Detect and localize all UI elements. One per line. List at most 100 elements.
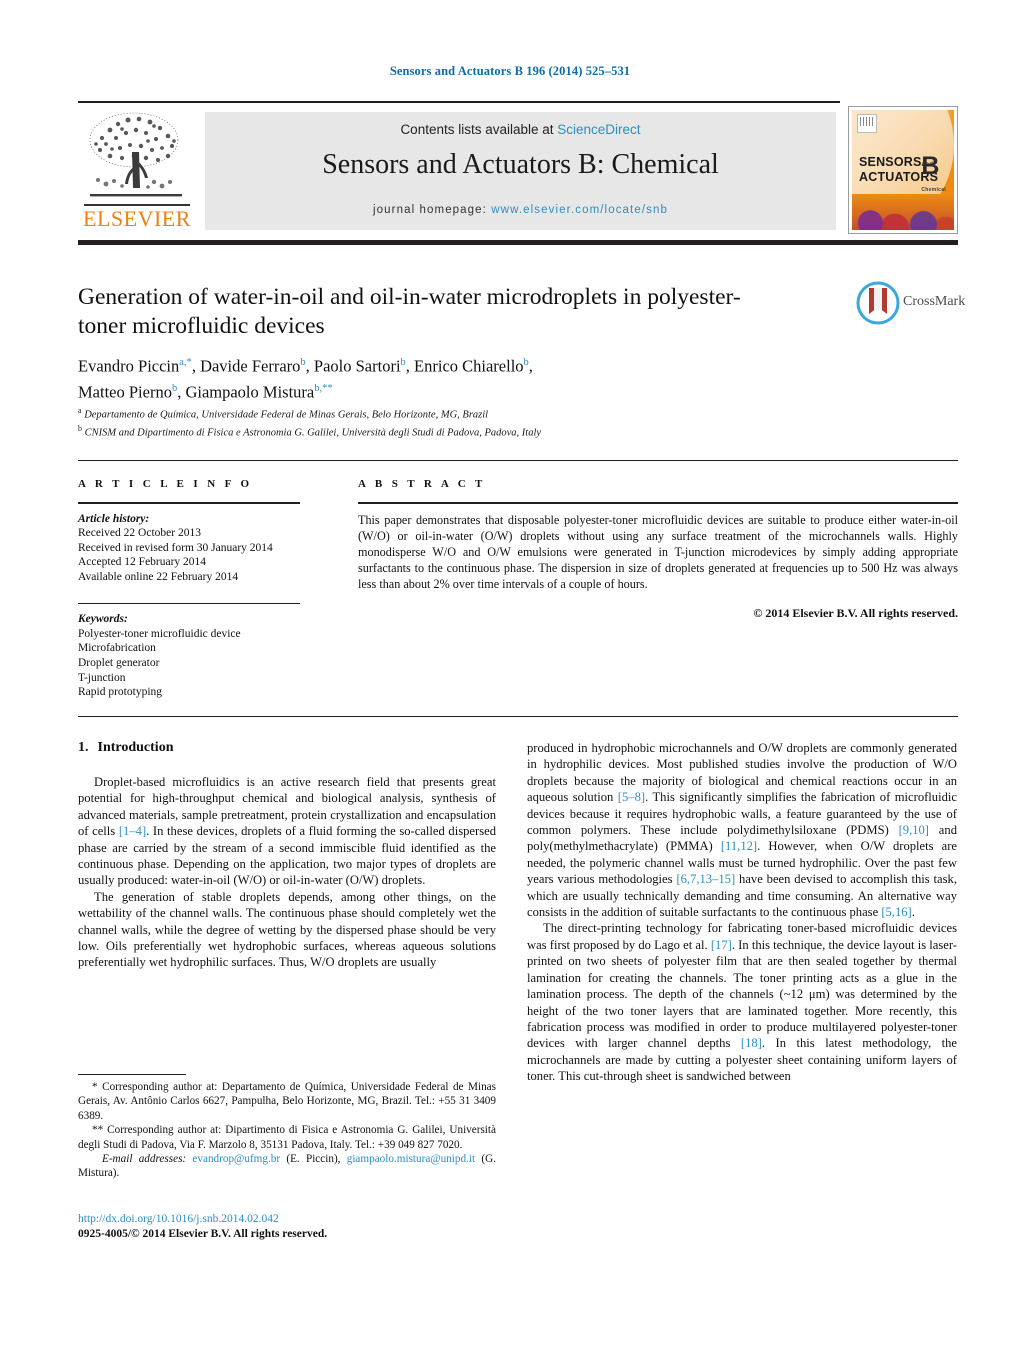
article-info-rule xyxy=(78,502,300,504)
author-name: Paolo Sartori xyxy=(313,356,401,376)
keywords-block: Keywords: Polyester-toner microfluidic d… xyxy=(78,612,323,700)
journal-cover-thumbnail: SENSORSand ACTUATORS B Chemical xyxy=(848,106,958,234)
footnote-emails: E-mail addresses: evandrop@ufmg.br (E. P… xyxy=(78,1152,496,1181)
journal-homepage-line: journal homepage: www.elsevier.com/locat… xyxy=(205,204,836,216)
history-item: Received 22 October 2013 xyxy=(78,527,201,540)
citation-reference[interactable]: [11,12] xyxy=(721,839,757,853)
info-section-top-rule xyxy=(78,460,958,461)
cover-letter: B xyxy=(921,152,940,180)
footnote-rule xyxy=(78,1074,186,1076)
keyword-item: Polyester-toner microfluidic device xyxy=(78,627,241,640)
abstract-copyright: © 2014 Elsevier B.V. All rights reserved… xyxy=(753,605,958,620)
citation-reference[interactable]: [6,7,13–15] xyxy=(676,872,735,886)
history-item: Accepted 12 February 2014 xyxy=(78,556,207,569)
abstract-rule xyxy=(358,502,958,504)
email-label: E-mail addresses: xyxy=(102,1153,187,1166)
crossmark-icon xyxy=(856,281,900,325)
info-section-bottom-rule xyxy=(78,716,958,717)
footnote-corresponding-1: * Corresponding author at: Departamento … xyxy=(78,1080,496,1123)
abstract-text: This paper demonstrates that disposable … xyxy=(358,512,958,591)
affiliation-item: a Departamento de Química, Universidade … xyxy=(78,404,838,422)
section-heading-introduction: 1. Introduction xyxy=(78,740,496,756)
footnote-corresponding-2: ** Corresponding author at: Dipartimento… xyxy=(78,1123,496,1152)
keywords-rule xyxy=(78,602,300,605)
author-sup: b xyxy=(300,357,306,368)
contents-prefix: Contents lists available at xyxy=(400,122,558,137)
keyword-item: Microfabrication xyxy=(78,642,156,655)
author-name: Enrico Chiarello xyxy=(414,356,524,376)
abstract-column: A B S T R A C T This paper demonstrates … xyxy=(358,478,958,621)
author-sup: a,* xyxy=(179,357,192,368)
author-name: Giampaolo Mistura xyxy=(185,382,315,401)
citation-reference[interactable]: [9,10] xyxy=(899,823,929,837)
keyword-item: Rapid prototyping xyxy=(78,686,163,699)
cover-series-letter: B Chemical xyxy=(921,154,946,202)
elsevier-logo: ELSEVIER xyxy=(78,106,196,234)
email-link-mistura[interactable]: giampaolo.mistura@unipd.it xyxy=(347,1153,475,1165)
article-history-label: Article history: xyxy=(78,512,150,525)
elsevier-wordmark: ELSEVIER xyxy=(83,206,191,231)
footnote-tel: Tel.: +39 049 827 7020. xyxy=(354,1138,463,1151)
author-sup: b,** xyxy=(314,382,333,394)
header-rule xyxy=(78,101,840,103)
author-list: Evandro Piccina,*, Davide Ferrarob, Paol… xyxy=(78,356,533,402)
paragraph: The direct-printing technology for fabri… xyxy=(527,921,958,1084)
journal-article-page: Sensors and Actuators B 196 (2014) 525–5… xyxy=(0,0,1020,1351)
issn-copyright: 0925-4005/© 2014 Elsevier B.V. All right… xyxy=(78,1228,328,1240)
citation-reference[interactable]: [17] xyxy=(711,938,732,952)
running-head: Sensors and Actuators B 196 (2014) 525–5… xyxy=(389,64,631,78)
author-sup: b xyxy=(523,357,529,368)
page-title: Generation of water-in-oil and oil-in-wa… xyxy=(78,284,741,339)
article-info-column: A R T I C L E I N F O Article history: R… xyxy=(78,478,323,700)
keywords-label: Keywords: xyxy=(78,613,128,626)
affiliation-item: b CNISM and Dipartimento di Fisica e Ast… xyxy=(78,422,838,440)
email-owner-1: (E. Piccin), xyxy=(286,1153,341,1166)
journal-band: Contents lists available at ScienceDirec… xyxy=(205,112,836,230)
citation-reference[interactable]: [1–4] xyxy=(119,824,146,838)
sciencedirect-link[interactable]: ScienceDirect xyxy=(557,122,640,137)
section-number: 1. xyxy=(78,740,89,755)
author-name: Evandro Piccin xyxy=(78,356,180,376)
affiliation-marker: b xyxy=(78,424,82,433)
affiliation-marker: a xyxy=(78,406,82,415)
article-info-heading: A R T I C L E I N F O xyxy=(78,478,253,490)
citation-reference[interactable]: [18] xyxy=(741,1036,762,1050)
email-link-piccin[interactable]: evandrop@ufmg.br xyxy=(192,1153,280,1165)
body-column-left: 1. Introduction Droplet-based microfluidi… xyxy=(78,740,496,971)
paragraph: The generation of stable droplets depend… xyxy=(78,889,496,970)
body-column-right: produced in hydrophobic microchannels an… xyxy=(527,740,957,1085)
contents-line: Contents lists available at ScienceDirec… xyxy=(205,122,836,137)
cover-letter-sub: Chemical xyxy=(921,187,946,193)
keyword-item: Droplet generator xyxy=(78,656,160,669)
journal-homepage-link[interactable]: www.elsevier.com/locate/snb xyxy=(491,204,668,216)
citation-reference[interactable]: [5–8] xyxy=(618,790,645,804)
section-title: Introduction xyxy=(97,740,174,755)
paragraph: produced in hydrophobic microchannels an… xyxy=(527,741,958,920)
doi-block: http://dx.doi.org/10.1016/j.snb.2014.02.… xyxy=(78,1212,508,1242)
history-item: Received in revised form 30 January 2014 xyxy=(78,541,273,554)
author-name: Matteo Pierno xyxy=(78,382,172,401)
affiliation-text: Departamento de Química, Universidade Fe… xyxy=(84,409,489,421)
citation-reference[interactable]: [5,16] xyxy=(881,905,911,919)
article-history: Article history: Received 22 October 201… xyxy=(78,512,323,585)
footnotes: * Corresponding author at: Departamento … xyxy=(78,1080,496,1181)
keyword-item: T-junction xyxy=(78,671,126,684)
abstract-heading: A B S T R A C T xyxy=(358,478,486,490)
crossmark-label: CrossMark xyxy=(903,294,966,309)
journal-masthead: ELSEVIER Contents lists available at Sci… xyxy=(78,106,958,234)
crossmark-badge[interactable]: CrossMark xyxy=(856,281,965,327)
homepage-prefix: journal homepage: xyxy=(373,204,492,216)
affiliations: a Departamento de Química, Universidade … xyxy=(78,404,838,440)
author-sup: b xyxy=(400,357,406,368)
author-sup: b xyxy=(171,382,178,394)
doi-link[interactable]: http://dx.doi.org/10.1016/j.snb.2014.02.… xyxy=(78,1213,279,1225)
journal-title: Sensors and Actuators B: Chemical xyxy=(322,149,719,180)
cover-line1: SENSORS xyxy=(859,155,922,169)
affiliation-text: CNISM and Dipartimento di Fisica e Astro… xyxy=(84,427,542,439)
elsevier-tree-icon xyxy=(84,108,188,204)
masthead-bottom-bar xyxy=(78,240,958,245)
author-name: Davide Ferraro xyxy=(200,356,301,376)
history-item: Available online 22 February 2014 xyxy=(78,570,239,583)
paragraph: Droplet-based microfluidics is an active… xyxy=(78,775,496,888)
cover-elsevier-mark xyxy=(857,114,877,133)
